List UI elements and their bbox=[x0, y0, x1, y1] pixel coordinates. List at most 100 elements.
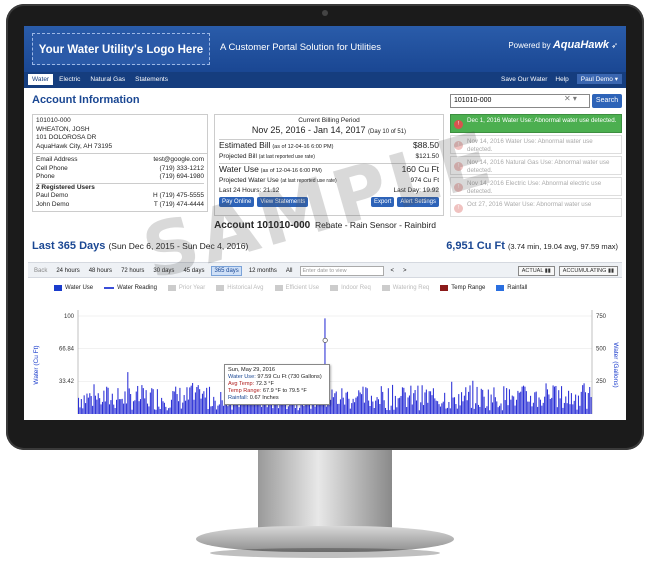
water-use-bar bbox=[506, 388, 508, 414]
water-use-bar bbox=[186, 387, 188, 414]
water-use-bar bbox=[82, 408, 84, 414]
water-use-bar bbox=[442, 401, 444, 414]
range-48-hours[interactable]: 48 hours bbox=[87, 267, 114, 275]
range-24-hours[interactable]: 24 hours bbox=[54, 267, 81, 275]
water-use-bar bbox=[500, 403, 502, 414]
water-use-bar bbox=[477, 404, 479, 414]
export-button[interactable]: Export bbox=[370, 197, 395, 207]
actual-toggle[interactable]: ACTUAL ▮▮ bbox=[517, 266, 555, 276]
next-arrow-icon[interactable]: > bbox=[401, 267, 409, 275]
clear-icon[interactable]: ✕ ▾ bbox=[564, 94, 577, 103]
legend-item[interactable]: Watering Req bbox=[381, 285, 430, 291]
email-value[interactable]: test@google.com bbox=[153, 156, 204, 165]
last-day: Last Day: 19.92 bbox=[393, 187, 439, 194]
prev-arrow-icon[interactable]: < bbox=[389, 267, 397, 275]
water-use-bar bbox=[487, 389, 489, 414]
alert-icon: ! bbox=[454, 141, 463, 150]
water-use-bar bbox=[455, 404, 457, 414]
legend-item[interactable]: Temp Range bbox=[440, 285, 485, 291]
water-use-bar bbox=[542, 402, 544, 414]
alert-item[interactable]: ! Dec 1, 2016 Water Use: Abnormal water u… bbox=[450, 114, 622, 133]
powered-by-label: Powered by bbox=[508, 41, 551, 50]
registered-user: Paul Demo H (719) 475-5555 bbox=[36, 192, 204, 201]
legend-item[interactable]: Water Reading bbox=[104, 285, 157, 291]
water-use-bar bbox=[555, 385, 557, 414]
pay-online-button[interactable]: Pay Online bbox=[219, 197, 255, 207]
water-use-bar bbox=[168, 408, 170, 414]
legend-item[interactable]: Historical Avg bbox=[216, 285, 264, 291]
help-link[interactable]: Help bbox=[555, 76, 568, 83]
projected-use-row: Projected Water Use (at last reported us… bbox=[219, 176, 439, 186]
legend-swatch bbox=[104, 287, 115, 289]
utility-logo[interactable]: Your Water Utility's Logo Here bbox=[32, 33, 210, 65]
user-menu[interactable]: Paul Demo ▾ bbox=[576, 74, 622, 84]
view-statements-button[interactable]: View Statements bbox=[257, 197, 309, 207]
water-use-bar bbox=[338, 403, 340, 414]
legend-item[interactable]: Water Use bbox=[54, 285, 93, 291]
tab-statements[interactable]: Statements bbox=[131, 74, 172, 85]
water-use-bar bbox=[206, 387, 208, 414]
water-use-bar bbox=[144, 398, 146, 414]
water-use-bar bbox=[570, 393, 572, 414]
legend-label: Watering Req bbox=[392, 285, 430, 291]
range-12-months[interactable]: 12 months bbox=[247, 267, 279, 275]
alert-settings-button[interactable]: Alert Settings bbox=[397, 197, 439, 207]
back-button[interactable]: Back bbox=[32, 267, 49, 275]
water-use-bar bbox=[379, 404, 381, 414]
legend-item[interactable]: Prior Year bbox=[167, 285, 205, 291]
water-use-bar bbox=[272, 408, 274, 414]
range-30-days[interactable]: 30 days bbox=[151, 267, 176, 275]
legend-item[interactable]: Efficient Use bbox=[274, 285, 319, 291]
tab-electric[interactable]: Electric bbox=[55, 74, 84, 85]
water-use-bar bbox=[355, 397, 357, 414]
water-use-bar bbox=[345, 392, 347, 414]
alert-item[interactable]: ! Oct 27, 2016 Water Use: Abnormal water … bbox=[450, 198, 622, 217]
water-use-bar bbox=[465, 387, 467, 414]
water-use-bar bbox=[213, 396, 215, 414]
alert-icon: ! bbox=[454, 120, 463, 129]
water-use-bar bbox=[108, 404, 111, 414]
water-use-bar bbox=[166, 410, 168, 414]
cell-value: (719) 333-1212 bbox=[159, 164, 204, 172]
water-use-bar bbox=[141, 385, 143, 414]
cell-label: Cell Phone bbox=[36, 164, 68, 172]
customer-name: WHEATON, JOSH bbox=[36, 125, 90, 133]
account-number: 101010-000 bbox=[36, 117, 71, 124]
water-use-bar bbox=[214, 400, 216, 414]
range-45-days[interactable]: 45 days bbox=[181, 267, 206, 275]
alert-item[interactable]: ! Nov 14, 2016 Electric Use: Abnormal ele… bbox=[450, 177, 622, 196]
water-use-note: (as of 12-04-16 6:00 PM) bbox=[260, 168, 322, 174]
water-use-bar bbox=[103, 390, 105, 414]
range-365-days[interactable]: 365 days bbox=[211, 266, 242, 276]
legend-label: Temp Range bbox=[451, 285, 486, 291]
water-use-bar bbox=[503, 386, 505, 414]
alert-item[interactable]: ! Nov 14, 2016 Natural Gas Use: Abnormal … bbox=[450, 156, 622, 175]
water-use-bar bbox=[325, 406, 327, 414]
water-use-bar bbox=[124, 391, 126, 414]
water-use-bar bbox=[490, 394, 492, 414]
y2-tick-label: 750 bbox=[596, 314, 607, 320]
save-our-water-link[interactable]: Save Our Water bbox=[501, 76, 547, 83]
water-use-bar bbox=[459, 405, 461, 414]
range-72-hours[interactable]: 72 hours bbox=[119, 267, 146, 275]
accumulating-toggle[interactable]: ACCUMULATING ▮▮ bbox=[558, 266, 618, 276]
water-use-bar bbox=[580, 391, 582, 414]
water-use-bar bbox=[192, 383, 194, 414]
period-title: Last 365 Days (Sun Dec 6, 2015 - Sun Dec… bbox=[32, 240, 248, 252]
tab-natural-gas[interactable]: Natural Gas bbox=[86, 74, 129, 85]
water-use-bar bbox=[346, 391, 349, 414]
period-total: 6,951 Cu Ft (3.74 min, 19.04 avg, 97.59 … bbox=[446, 240, 618, 252]
tab-water[interactable]: Water bbox=[28, 74, 54, 85]
search-button[interactable]: Search bbox=[592, 94, 622, 108]
water-use-bar bbox=[356, 396, 358, 414]
range-all[interactable]: All bbox=[284, 267, 295, 275]
legend-item[interactable]: Rainfall bbox=[496, 285, 527, 291]
date-to-view-input[interactable]: Enter date to view bbox=[299, 266, 384, 276]
water-use-bar bbox=[132, 401, 134, 414]
alert-date: Nov 14, 2016 bbox=[467, 138, 504, 145]
water-use-bar bbox=[589, 386, 591, 414]
legend-swatch bbox=[167, 285, 176, 291]
alert-item[interactable]: ! Nov 14, 2016 Water Use: Abnormal water … bbox=[450, 135, 622, 154]
legend-item[interactable]: Indoor Req bbox=[330, 285, 371, 291]
water-use-bar bbox=[463, 395, 465, 414]
